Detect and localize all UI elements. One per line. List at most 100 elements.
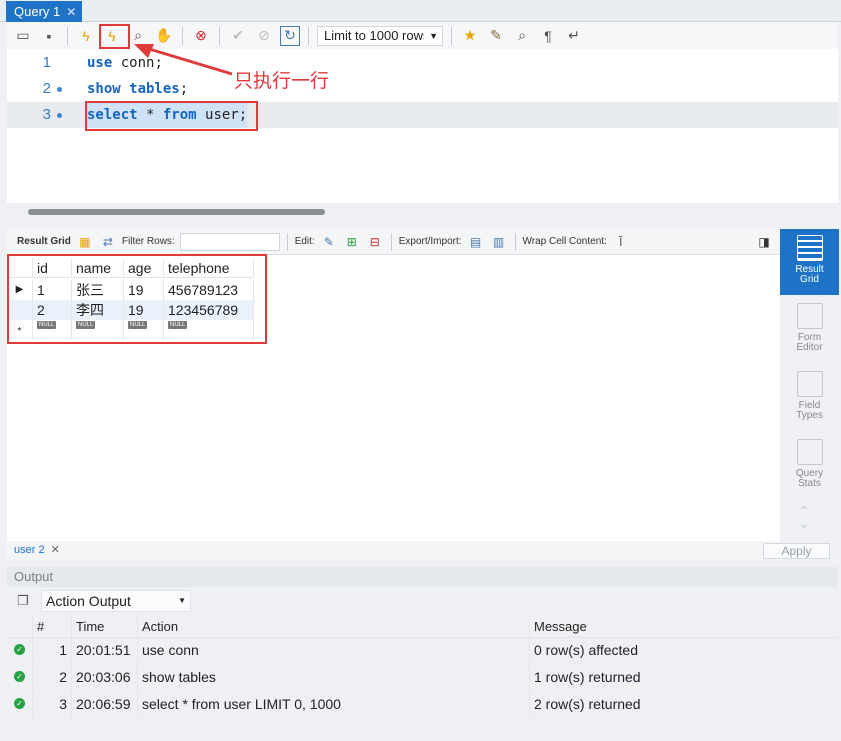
toolbar-divider (451, 26, 452, 45)
annotation-text: 只执行一行 (234, 71, 330, 92)
bookmark-icon[interactable]: ★ (460, 26, 480, 46)
toolbar-divider (286, 232, 288, 251)
success-check-icon: ✓ (14, 644, 25, 655)
chevron-down-icon: ▼ (429, 30, 438, 41)
form-editor-icon (796, 303, 823, 329)
result-tab-user-2[interactable]: user 2 (14, 544, 45, 556)
highlight-box-result-grid (7, 254, 267, 344)
toolbar-divider (67, 26, 68, 45)
output-message: 0 row(s) affected (534, 642, 639, 658)
filter-rows-label: Filter Rows: (121, 236, 175, 247)
result-side-panel: Result Grid Form Editor Field Types Quer… (780, 229, 841, 559)
sql-text: ; (179, 81, 189, 97)
add-row-icon[interactable]: ⊞ (343, 234, 361, 250)
line-number: 2 (42, 80, 51, 97)
result-grid-label: Result Grid (17, 236, 71, 247)
output-number: 3 (33, 691, 72, 716)
statement-marker-icon (57, 87, 62, 92)
toolbar-divider (308, 26, 309, 45)
success-check-icon: ✓ (14, 698, 25, 709)
invisible-chars-icon[interactable]: ¶ (538, 26, 558, 46)
tab-query-1[interactable]: Query 1 ✕ (6, 1, 83, 22)
output-time: 20:03:06 (72, 664, 138, 689)
close-tab-icon[interactable]: ✕ (66, 2, 76, 22)
success-check-icon: ✓ (14, 671, 25, 682)
statement-marker-icon (57, 113, 62, 118)
tab-title: Query 1 (14, 3, 61, 19)
status-cell: ✓ (7, 664, 33, 689)
rollback-icon[interactable]: ⊘ (254, 26, 274, 46)
toggle-side-panel-icon[interactable]: ◨ (755, 234, 773, 250)
side-label: Stats (798, 478, 821, 489)
output-time: 20:01:51 (72, 637, 138, 662)
output-toolbar: ❐ Action Output ▼ (7, 588, 838, 614)
query-stats-icon (796, 439, 823, 465)
output-time: 20:06:59 (72, 691, 138, 716)
result-tab-bar: user 2 ✕ (7, 541, 780, 560)
beautify-icon[interactable]: ✎ (486, 26, 506, 46)
export-icon[interactable]: ▤ (467, 234, 485, 250)
refresh-icon[interactable]: ⇄ (99, 234, 117, 250)
edit-row-icon[interactable]: ✎ (320, 234, 338, 250)
limit-value: Limit to 1000 rows (324, 27, 424, 43)
find-icon[interactable]: ⌕ (512, 26, 532, 46)
status-cell: ✓ (7, 691, 33, 716)
wrap-cell-label: Wrap Cell Content: (522, 236, 607, 247)
status-column-header (7, 615, 33, 637)
output-number: 1 (33, 637, 72, 662)
column-header-number[interactable]: # (33, 615, 72, 637)
wrap-cell-icon[interactable]: Ī (612, 234, 630, 250)
output-action: show tables (138, 664, 530, 689)
grid-icon[interactable]: ▦ (76, 234, 94, 250)
line-number: 3 (42, 106, 51, 123)
side-scroll-arrows-icon[interactable]: ⌃ ⌄ (798, 504, 810, 530)
export-import-label: Export/Import: (398, 236, 462, 247)
output-action: select * from user LIMIT 0, 1000 (138, 691, 530, 716)
copy-icon[interactable]: ❐ (13, 591, 33, 611)
column-header-action[interactable]: Action (138, 615, 530, 637)
output-row[interactable]: ✓ 1 20:01:51 use conn 0 row(s) affected (7, 637, 838, 663)
field-types-icon (796, 371, 823, 397)
side-field-types-button[interactable]: Field Types (780, 365, 839, 431)
import-icon[interactable]: ▥ (490, 234, 508, 250)
side-form-editor-button[interactable]: Form Editor (780, 297, 839, 363)
output-type-value: Action Output (46, 593, 131, 609)
filter-rows-input[interactable] (179, 232, 280, 251)
output-action: use conn (138, 637, 530, 662)
result-grid-toolbar: Result Grid ▦ ⇄ Filter Rows: Edit: ✎ ⊞ ⊟… (7, 229, 780, 255)
query-tab-bar: Query 1 ✕ (0, 0, 841, 22)
execute-icon[interactable]: ϟ (76, 26, 96, 46)
limit-rows-select[interactable]: Limit to 1000 rows ▼ (317, 25, 443, 46)
output-panel-header: Output (7, 567, 838, 587)
wrap-icon[interactable]: ↵ (564, 26, 584, 46)
folder-icon[interactable]: ▭ (13, 26, 33, 46)
annotation-arrow (134, 44, 233, 76)
highlight-box-line-3 (85, 101, 258, 131)
output-number: 2 (33, 664, 72, 689)
editor-horizontal-scrollbar[interactable] (28, 209, 325, 215)
output-message: 1 row(s) returned (534, 669, 641, 685)
side-label: Types (796, 410, 823, 421)
result-grid-icon (796, 235, 823, 261)
edit-label: Edit: (294, 236, 315, 247)
side-label: Grid (800, 274, 819, 285)
line-number: 1 (42, 54, 51, 71)
output-type-select[interactable]: Action Output ▼ (41, 590, 191, 612)
side-result-grid-button[interactable]: Result Grid (780, 229, 839, 295)
apply-button[interactable]: Apply (763, 543, 830, 559)
toolbar-divider (514, 232, 516, 251)
autocommit-icon[interactable]: ↻ (280, 25, 300, 46)
toolbar-divider (390, 232, 392, 251)
column-header-message[interactable]: Message (530, 615, 838, 637)
side-label: Editor (796, 342, 823, 353)
column-header-time[interactable]: Time (72, 615, 138, 637)
output-row[interactable]: ✓ 3 20:06:59 select * from user LIMIT 0,… (7, 691, 838, 717)
output-row[interactable]: ✓ 2 20:03:06 show tables 1 row(s) return… (7, 664, 838, 690)
close-result-tab-icon[interactable]: ✕ (51, 544, 60, 556)
delete-row-icon[interactable]: ⊟ (366, 234, 384, 250)
save-icon[interactable]: ▪ (39, 26, 59, 46)
output-header-row: # Time Action Message (7, 615, 838, 638)
sql-keyword: show tables (87, 81, 180, 97)
side-query-stats-button[interactable]: Query Stats (780, 433, 839, 499)
output-message: 2 row(s) returned (534, 696, 641, 712)
